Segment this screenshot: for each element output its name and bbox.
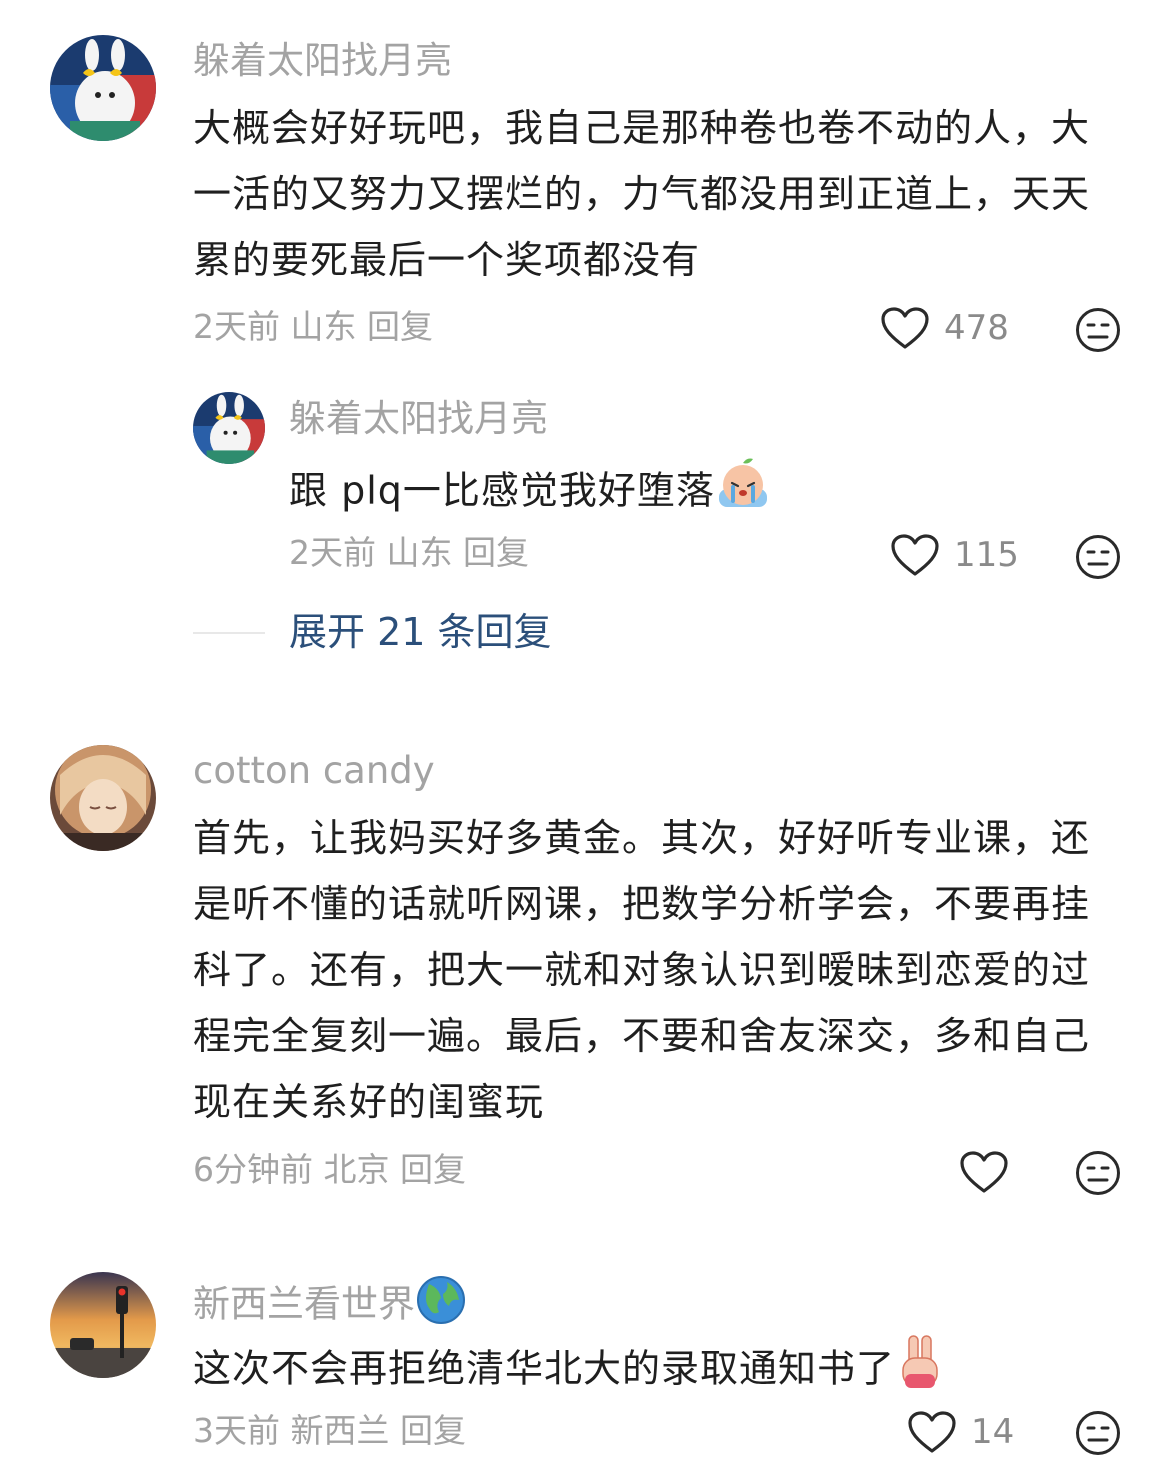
comment-meta: 6分钟前 北京 回复 [193, 1150, 466, 1190]
bunny-sunglasses-avatar[interactable] [193, 392, 265, 464]
like-button[interactable]: 115 [890, 533, 1019, 577]
like-button[interactable] [959, 1150, 1009, 1194]
crying-peach-emoji [715, 455, 771, 531]
anime-girl-avatar[interactable] [50, 745, 156, 851]
reply-text-body: 跟 plq一比感觉我好堕落 [289, 468, 715, 513]
reply-button[interactable]: 回复 [400, 1150, 466, 1189]
comment-location: 山东 [290, 307, 357, 346]
comment-location: 新西兰 [290, 1411, 390, 1450]
like-count: 478 [944, 308, 1009, 348]
comment-text: 这次不会再拒绝清华北大的录取通知书了 [193, 1332, 1103, 1410]
neutral-face-icon[interactable] [1075, 307, 1121, 353]
bunny-sunglasses-avatar[interactable] [50, 35, 156, 141]
neutral-face-icon[interactable] [1075, 1410, 1121, 1456]
reply-time: 2天前 [289, 533, 376, 572]
reply-meta: 2天前 山东 回复 [289, 533, 529, 573]
like-button[interactable]: 14 [907, 1410, 1014, 1454]
username-text: 新西兰看世界 [193, 1282, 415, 1326]
username[interactable]: cotton candy [193, 747, 435, 795]
comment-time: 6分钟前 [193, 1150, 313, 1189]
comment-meta: 2天前 山东 回复 [193, 307, 433, 347]
heart-outline-icon [907, 1410, 957, 1454]
like-button[interactable]: 478 [880, 306, 1009, 350]
sunset-traffic-light-avatar[interactable] [50, 1272, 156, 1378]
comment-text: 首先，让我妈买好多黄金。其次，好好听专业课，还是听不懂的话就听网课，把数学分析学… [193, 816, 1091, 1124]
comment-meta: 3天前 新西兰 回复 [193, 1411, 466, 1451]
username[interactable]: 新西兰看世界 [193, 1274, 467, 1338]
reply-text: 跟 plq一比感觉我好堕落 [289, 455, 1109, 531]
like-count: 115 [954, 535, 1019, 575]
reply-username[interactable]: 躲着太阳找月亮 [289, 395, 548, 443]
comment-text-body: 这次不会再拒绝清华北大的录取通知书了 [193, 1346, 896, 1391]
reply-button[interactable]: 回复 [367, 307, 433, 346]
victory-hand-emoji [895, 1332, 945, 1410]
reply-location: 山东 [386, 533, 453, 572]
neutral-face-icon[interactable] [1075, 534, 1121, 580]
globe-icon [415, 1274, 467, 1338]
comment-location: 北京 [323, 1150, 390, 1189]
username[interactable]: 躲着太阳找月亮 [193, 37, 452, 85]
like-count: 14 [971, 1412, 1015, 1452]
heart-outline-icon [880, 306, 930, 350]
reply-button[interactable]: 回复 [463, 533, 529, 572]
reply-button[interactable]: 回复 [400, 1411, 466, 1450]
comment-text: 大概会好好玩吧，我自己是那种卷也卷不动的人，大一活的又努力又摆烂的，力气都没用到… [193, 106, 1091, 282]
neutral-face-icon[interactable] [1075, 1150, 1121, 1196]
heart-outline-icon [890, 533, 940, 577]
expand-divider [193, 632, 265, 634]
heart-outline-icon [959, 1150, 1009, 1194]
comment-time: 3天前 [193, 1411, 280, 1450]
expand-replies-button[interactable]: 展开 21 条回复 [289, 608, 552, 656]
comment-time: 2天前 [193, 307, 280, 346]
